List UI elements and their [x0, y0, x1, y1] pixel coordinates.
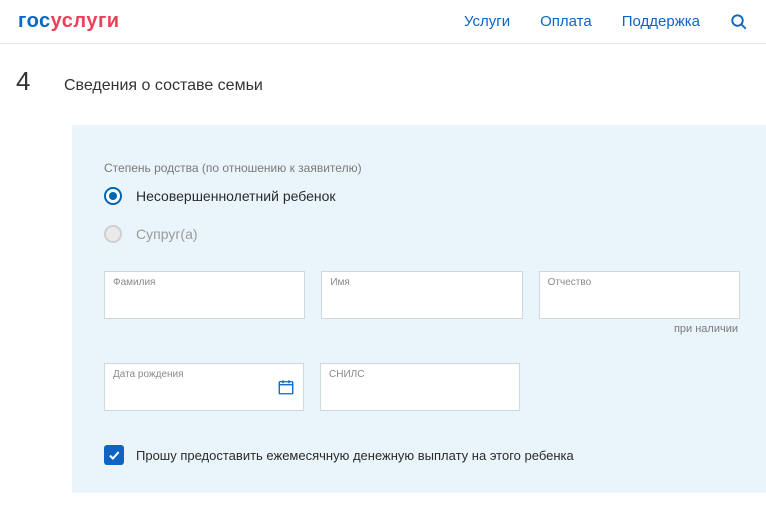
- site-logo[interactable]: госуслуги: [18, 10, 120, 33]
- patronymic-field[interactable]: Отчество: [539, 271, 740, 319]
- patronymic-note: при наличии: [104, 323, 740, 335]
- monthly-payment-label: Прошу предоставить ежемесячную денежную …: [136, 448, 574, 463]
- dob-label: Дата рождения: [113, 369, 184, 380]
- radio-spouse: Супруг(а): [104, 225, 740, 243]
- search-icon[interactable]: [730, 13, 748, 31]
- dob-field[interactable]: Дата рождения: [104, 363, 304, 411]
- surname-field[interactable]: Фамилия: [104, 271, 305, 319]
- calendar-icon[interactable]: [277, 378, 295, 396]
- surname-label: Фамилия: [113, 277, 155, 288]
- step-number: 4: [16, 66, 36, 97]
- name-field[interactable]: Имя: [321, 271, 522, 319]
- radio-button-child[interactable]: [104, 187, 122, 205]
- snils-field[interactable]: СНИЛС: [320, 363, 520, 411]
- monthly-payment-checkbox-row[interactable]: Прошу предоставить ежемесячную денежную …: [104, 445, 740, 465]
- patronymic-label: Отчество: [548, 277, 591, 288]
- radio-label-child: Несовершеннолетний ребенок: [136, 188, 336, 204]
- family-panel: Степень родства (по отношению к заявител…: [72, 125, 766, 493]
- top-nav: Услуги Оплата Поддержка: [464, 13, 748, 31]
- radio-child[interactable]: Несовершеннолетний ребенок: [104, 187, 740, 205]
- monthly-payment-checkbox[interactable]: [104, 445, 124, 465]
- radio-label-spouse: Супруг(а): [136, 226, 198, 242]
- name-label: Имя: [330, 277, 349, 288]
- relationship-label: Степень родства (по отношению к заявител…: [104, 161, 740, 175]
- nav-support[interactable]: Поддержка: [622, 13, 700, 30]
- radio-button-spouse: [104, 225, 122, 243]
- nav-payment[interactable]: Оплата: [540, 13, 592, 30]
- step-title: Сведения о составе семьи: [64, 77, 263, 95]
- snils-label: СНИЛС: [329, 369, 364, 380]
- nav-services[interactable]: Услуги: [464, 13, 510, 30]
